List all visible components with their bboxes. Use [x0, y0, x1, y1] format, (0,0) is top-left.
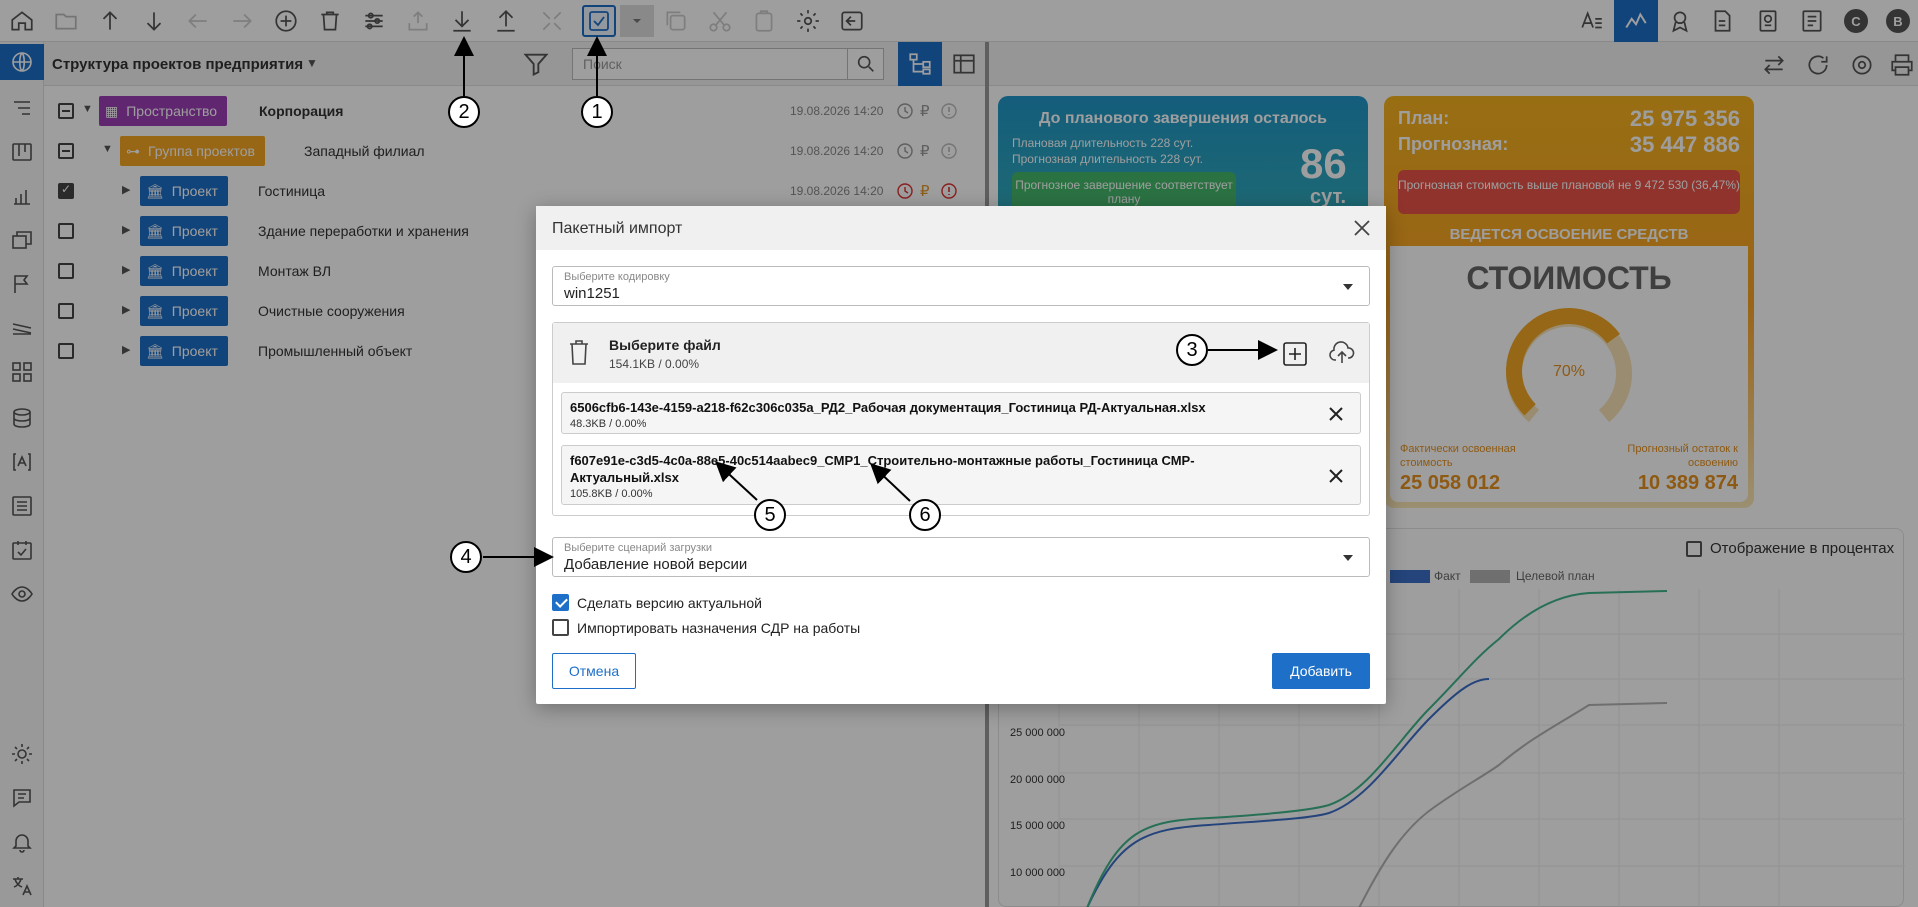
field-label: Выберите сценарий загрузки — [564, 542, 713, 554]
add-file-icon[interactable] — [1282, 341, 1308, 367]
add-button[interactable]: Добавить — [1272, 653, 1370, 689]
make-actual-label: Сделать версию актуальной — [577, 595, 762, 611]
file-size: 48.3KB / 0.00% — [570, 418, 647, 430]
chevron-down-icon[interactable] — [1343, 284, 1353, 290]
cloud-upload-icon[interactable] — [1328, 339, 1356, 367]
callout-marker: 5 — [754, 499, 786, 531]
field-value: win1251 — [564, 285, 620, 302]
callout-marker: 2 — [448, 96, 480, 128]
file-item: f607e91e-c3d5-4c0a-88e5-40c514aabec9_СМР… — [561, 445, 1361, 505]
file-upload-box: Выберите файл 154.1KB / 0.00% 6506cfb6-1… — [552, 322, 1370, 516]
encoding-select[interactable]: Выберите кодировку win1251 — [552, 266, 1370, 306]
remove-file-icon[interactable] — [1326, 404, 1346, 424]
choose-file-title: Выберите файл — [609, 337, 721, 353]
scenario-select[interactable]: Выберите сценарий загрузки Добавление но… — [552, 537, 1370, 577]
file-size: 105.8KB / 0.00% — [570, 488, 653, 500]
field-value: Добавление новой версии — [564, 556, 748, 573]
file-name: 6506cfb6-143e-4159-a218-f62c306c035a_РД2… — [570, 400, 1206, 415]
dialog-title: Пакетный импорт — [552, 220, 683, 237]
callout-marker: 6 — [909, 499, 941, 531]
batch-import-dialog: Пакетный импорт Выберите кодировку win12… — [536, 206, 1386, 704]
file-name: f607e91e-c3d5-4c0a-88e5-40c514aabec9_СМР… — [570, 453, 1195, 485]
dialog-header: Пакетный импорт — [536, 206, 1386, 250]
field-label: Выберите кодировку — [564, 271, 670, 283]
total-size: 154.1KB / 0.00% — [609, 357, 700, 371]
remove-file-icon[interactable] — [1326, 466, 1346, 486]
chevron-down-icon[interactable] — [1343, 555, 1353, 561]
close-icon[interactable] — [1350, 216, 1374, 240]
callout-marker: 1 — [581, 96, 613, 128]
import-assignments-checkbox[interactable] — [552, 619, 569, 636]
cancel-button[interactable]: Отмена — [552, 653, 636, 689]
file-upload-header: Выберите файл 154.1KB / 0.00% — [553, 323, 1369, 383]
trash-icon[interactable] — [567, 337, 591, 367]
callout-marker: 3 — [1176, 334, 1208, 366]
file-item: 6506cfb6-143e-4159-a218-f62c306c035a_РД2… — [561, 392, 1361, 434]
make-actual-checkbox[interactable] — [552, 594, 569, 611]
import-assignments-label: Импортировать назначения СДР на работы — [577, 620, 861, 636]
callout-marker: 4 — [450, 541, 482, 573]
